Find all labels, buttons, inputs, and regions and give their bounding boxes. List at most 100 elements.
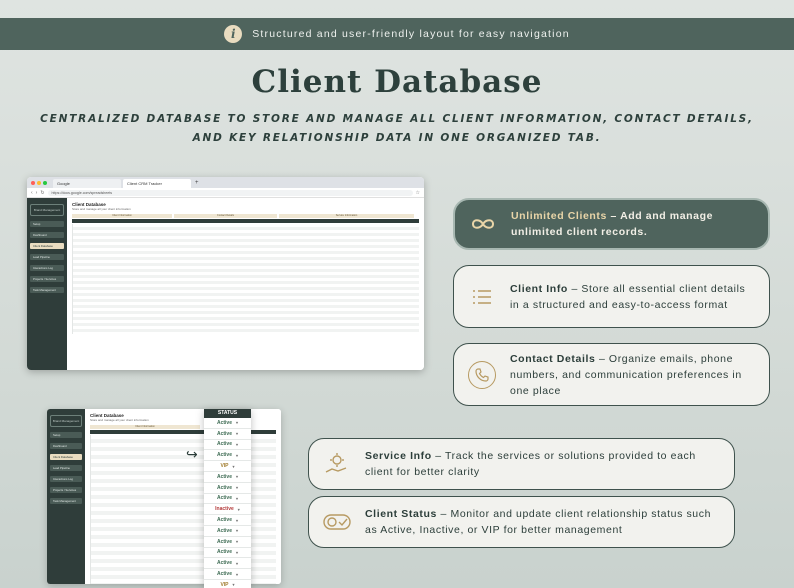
status-cell[interactable]: Active ▾ bbox=[204, 483, 251, 494]
star-icon[interactable]: ☆ bbox=[416, 190, 420, 196]
feature-dash: – bbox=[606, 210, 621, 222]
feature-text: Client Info – Store all essential client… bbox=[510, 281, 755, 313]
nav-setup[interactable]: Setup bbox=[30, 221, 64, 227]
feature-title: Contact Details bbox=[510, 352, 596, 365]
status-value: Active bbox=[216, 441, 232, 448]
feature-title: Service Info bbox=[365, 450, 432, 462]
browser-tab-bar: Google Client CRM Tracker + bbox=[27, 177, 424, 188]
status-cells: Active ▾ Active ▾ Active ▾ Active ▾ VIP ▾ Active ▾ A… bbox=[204, 418, 251, 588]
feature-title: Unlimited Clients bbox=[511, 210, 607, 222]
status-cell[interactable]: Active ▾ bbox=[204, 526, 251, 537]
feature-dash: – bbox=[595, 352, 609, 365]
status-cell[interactable]: Active ▾ bbox=[204, 548, 251, 559]
browser-mockup: Google Client CRM Tracker + ‹ › ↻ https:… bbox=[27, 177, 424, 370]
reload-icon[interactable]: ↻ bbox=[40, 190, 44, 196]
status-cell[interactable]: Active ▾ bbox=[204, 515, 251, 526]
dropdown-arrow-icon[interactable]: ▾ bbox=[236, 518, 238, 523]
status-cell[interactable]: Active ▾ bbox=[204, 440, 251, 451]
status-value: Active bbox=[216, 473, 232, 480]
feature-card-contact-details: Contact Details – Organize emails, phone… bbox=[453, 343, 770, 406]
dropdown-arrow-icon[interactable]: ▾ bbox=[236, 485, 238, 490]
feature-card-client-status: Client Status – Monitor and update clien… bbox=[308, 496, 735, 548]
info-icon: i bbox=[224, 25, 243, 43]
url-field[interactable]: https://docs.google.com/spreadsheets bbox=[47, 189, 413, 196]
maximize-dot-icon[interactable] bbox=[43, 180, 47, 185]
status-cell[interactable]: Active ▾ bbox=[204, 472, 251, 483]
dropdown-arrow-icon[interactable]: ▾ bbox=[236, 539, 238, 544]
dropdown-arrow-icon[interactable]: ▾ bbox=[236, 528, 238, 533]
dropdown-arrow-icon[interactable]: ▾ bbox=[233, 464, 235, 469]
spreadsheet-view: Brand Management Setup Dashboard Client … bbox=[27, 198, 424, 370]
page-subtitle: CENTRALIZED DATABASE TO STORE AND MANAGE… bbox=[0, 110, 794, 148]
minimize-dot-icon[interactable] bbox=[37, 180, 41, 185]
status-cell[interactable]: Active ▾ bbox=[204, 558, 251, 570]
back-icon[interactable]: ‹ bbox=[31, 190, 33, 196]
feature-dash: – bbox=[567, 282, 582, 295]
status-cell[interactable]: VIP ▾ bbox=[204, 580, 251, 588]
status-cell[interactable]: VIP ▾ bbox=[204, 461, 251, 472]
top-banner: i Structured and user-friendly layout fo… bbox=[0, 18, 794, 50]
status-cell[interactable]: Active ▾ bbox=[204, 537, 251, 548]
status-value: Active bbox=[216, 549, 232, 556]
nav-client-database-2[interactable]: Client Database bbox=[50, 454, 82, 460]
sheet-sidebar-2: Brand Management Setup Dashboard Client … bbox=[47, 409, 85, 584]
nav-projects-services[interactable]: Projects / Services bbox=[30, 276, 64, 282]
browser-tab-google[interactable]: Google bbox=[53, 179, 121, 188]
feature-card-unlimited-clients: Unlimited Clients – Add and manage unlim… bbox=[453, 198, 770, 250]
nav-dashboard-2[interactable]: Dashboard bbox=[50, 443, 82, 449]
dropdown-arrow-icon[interactable]: ▾ bbox=[236, 474, 238, 479]
nav-dashboard[interactable]: Dashboard bbox=[30, 232, 64, 238]
dropdown-arrow-icon[interactable]: ▾ bbox=[236, 561, 238, 566]
nav-projects-services-2[interactable]: Projects / Services bbox=[50, 487, 82, 493]
dropdown-arrow-icon[interactable]: ▾ bbox=[236, 420, 238, 425]
status-value: Active bbox=[216, 495, 232, 502]
dropdown-arrow-icon[interactable]: ▾ bbox=[233, 582, 235, 587]
browser-tab-crm[interactable]: Client CRM Tracker bbox=[123, 179, 191, 188]
toggle-check-icon bbox=[323, 508, 351, 536]
feature-text: Client Status – Monitor and update clien… bbox=[365, 506, 720, 538]
column-groups: Client Information Contact Details Servi… bbox=[72, 214, 419, 218]
list-icon bbox=[468, 283, 496, 311]
dropdown-arrow-icon[interactable]: ▾ bbox=[236, 550, 238, 555]
forward-icon[interactable]: › bbox=[36, 190, 38, 196]
status-value: VIP bbox=[220, 463, 229, 470]
nav-interactions-log[interactable]: Interactions Log bbox=[30, 265, 64, 271]
feature-text: Unlimited Clients – Add and manage unlim… bbox=[511, 208, 754, 240]
status-value: Active bbox=[216, 560, 232, 567]
dropdown-arrow-icon[interactable]: ▾ bbox=[236, 572, 238, 577]
dropdown-arrow-icon[interactable]: ▾ bbox=[236, 431, 238, 436]
dropdown-arrow-icon[interactable]: ▾ bbox=[236, 453, 238, 458]
close-dot-icon[interactable] bbox=[31, 180, 35, 185]
status-cell[interactable]: Active ▾ bbox=[204, 569, 251, 580]
sheet-sidebar: Brand Management Setup Dashboard Client … bbox=[27, 198, 67, 370]
status-value: Active bbox=[216, 419, 232, 426]
status-column-zoom: STATUS Active ▾ Active ▾ Active ▾ Active ▾ VIP ▾ A… bbox=[204, 409, 251, 588]
table-rows[interactable] bbox=[72, 224, 419, 334]
status-cell[interactable]: Active ▾ bbox=[204, 418, 251, 429]
nav-client-database[interactable]: Client Database bbox=[30, 243, 64, 249]
subtitle-line-2: AND KEY RELATIONSHIP DATA IN ONE ORGANIZ… bbox=[192, 132, 602, 144]
nav-task-management[interactable]: Task Management bbox=[30, 287, 64, 293]
nav-task-management-2[interactable]: Task Management bbox=[50, 498, 82, 504]
feature-title: Client Status bbox=[365, 508, 437, 520]
nav-interactions-log-2[interactable]: Interactions Log bbox=[50, 476, 82, 482]
dropdown-arrow-icon[interactable]: ▾ bbox=[236, 496, 238, 501]
status-cell[interactable]: Active ▾ bbox=[204, 429, 251, 440]
infinity-icon bbox=[469, 210, 497, 238]
hand-gear-icon bbox=[323, 450, 351, 478]
dropdown-arrow-icon[interactable]: ▾ bbox=[238, 507, 240, 512]
nav-setup-2[interactable]: Setup bbox=[50, 432, 82, 438]
dropdown-arrow-icon[interactable]: ▾ bbox=[236, 442, 238, 447]
status-cell[interactable]: Active ▾ bbox=[204, 450, 251, 462]
feature-title: Client Info bbox=[510, 282, 568, 295]
banner-text: Structured and user-friendly layout for … bbox=[252, 28, 570, 40]
feature-dash: – bbox=[436, 508, 451, 520]
group-client-info-2: Client Information bbox=[90, 425, 200, 429]
nav-lead-pipeline[interactable]: Lead Pipeline bbox=[30, 254, 64, 260]
address-bar: ‹ › ↻ https://docs.google.com/spreadshee… bbox=[27, 188, 424, 198]
nav-lead-pipeline-2[interactable]: Lead Pipeline bbox=[50, 465, 82, 471]
status-cell[interactable]: Inactive ▾ bbox=[204, 504, 251, 516]
new-tab-button[interactable]: + bbox=[195, 180, 199, 186]
window-controls bbox=[31, 180, 47, 185]
status-cell[interactable]: Active ▾ bbox=[204, 494, 251, 505]
